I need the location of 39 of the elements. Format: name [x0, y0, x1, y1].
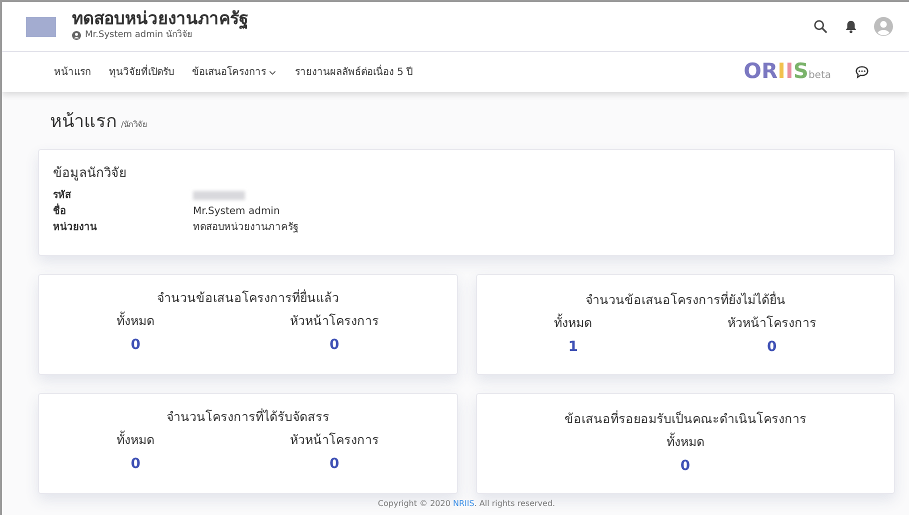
stat-value: 0: [328, 454, 340, 474]
copyright-text: Copyright © 2020 NRIIS. All rights reserved.: [378, 498, 556, 510]
stat-title: จำนวนโครงการที่ได้รับจัดสรร: [165, 408, 330, 426]
breadcrumb: /นักวิจัย: [121, 119, 148, 131]
stat-label: หัวหน้าโครงการ: [290, 312, 379, 330]
stat-value: 0: [328, 336, 340, 354]
stat-title: จำนวนข้อเสนอโครงการที่ยังไม่ได้ยื่น: [584, 291, 786, 309]
stat-value: 0: [766, 338, 778, 356]
stat-label: หัวหน้าโครงการ: [290, 430, 379, 449]
nav-link[interactable]: รายงานผลลัพธ์ต่อเนื่อง 5 ปี: [295, 64, 413, 80]
stat-value: 0: [130, 336, 142, 354]
user-name: Mr.System admin นักวิจัย: [85, 30, 192, 42]
stat-label: ทั้งหมด: [666, 432, 704, 451]
stat-value: 1: [567, 338, 579, 356]
field-label: หน่วยงาน: [53, 221, 98, 235]
stat-label: ทั้งหมด: [116, 312, 155, 330]
stat-label: หัวหน้าโครงการ: [727, 314, 816, 332]
field-label: ชื่อ: [53, 204, 193, 219]
nav-link[interactable]: หน้าแรก: [54, 64, 91, 80]
field-label: รหัส: [53, 188, 72, 203]
logo-placeholder: [26, 16, 56, 36]
stat-title: จำนวนข้อเสนอโครงการที่ยื่นแล้ว: [156, 289, 340, 307]
bell-icon[interactable]: [844, 19, 858, 34]
user-icon: [72, 31, 81, 40]
app-title: ทดสอบหน่วยงานภาครัฐ: [72, 10, 249, 30]
stat-value: 0: [679, 456, 692, 476]
stat-title: ข้อเสนอที่รอยอมรับเป็นคณะดำเนินโครงการ: [563, 410, 808, 428]
logo: ORIISbeta: [744, 58, 831, 86]
chat-icon[interactable]: [855, 65, 869, 79]
stat-label: ทั้งหมด: [554, 314, 592, 332]
page-title: หน้าแรก: [50, 110, 117, 134]
section-title: ข้อมูลนักวิจัย: [53, 165, 128, 183]
nav-link[interactable]: ทุนวิจัยที่เปิดรับ: [109, 64, 174, 80]
nav-link[interactable]: ข้อเสนอโครงการ: [192, 64, 277, 80]
stat-label: ทั้งหมด: [116, 430, 155, 449]
search-icon[interactable]: [813, 19, 828, 34]
stat-value: 0: [130, 454, 142, 474]
field-value: Mr.System admin: [193, 205, 280, 219]
field-value: ทดสอบหน่วยงานภาครัฐ: [193, 221, 299, 235]
